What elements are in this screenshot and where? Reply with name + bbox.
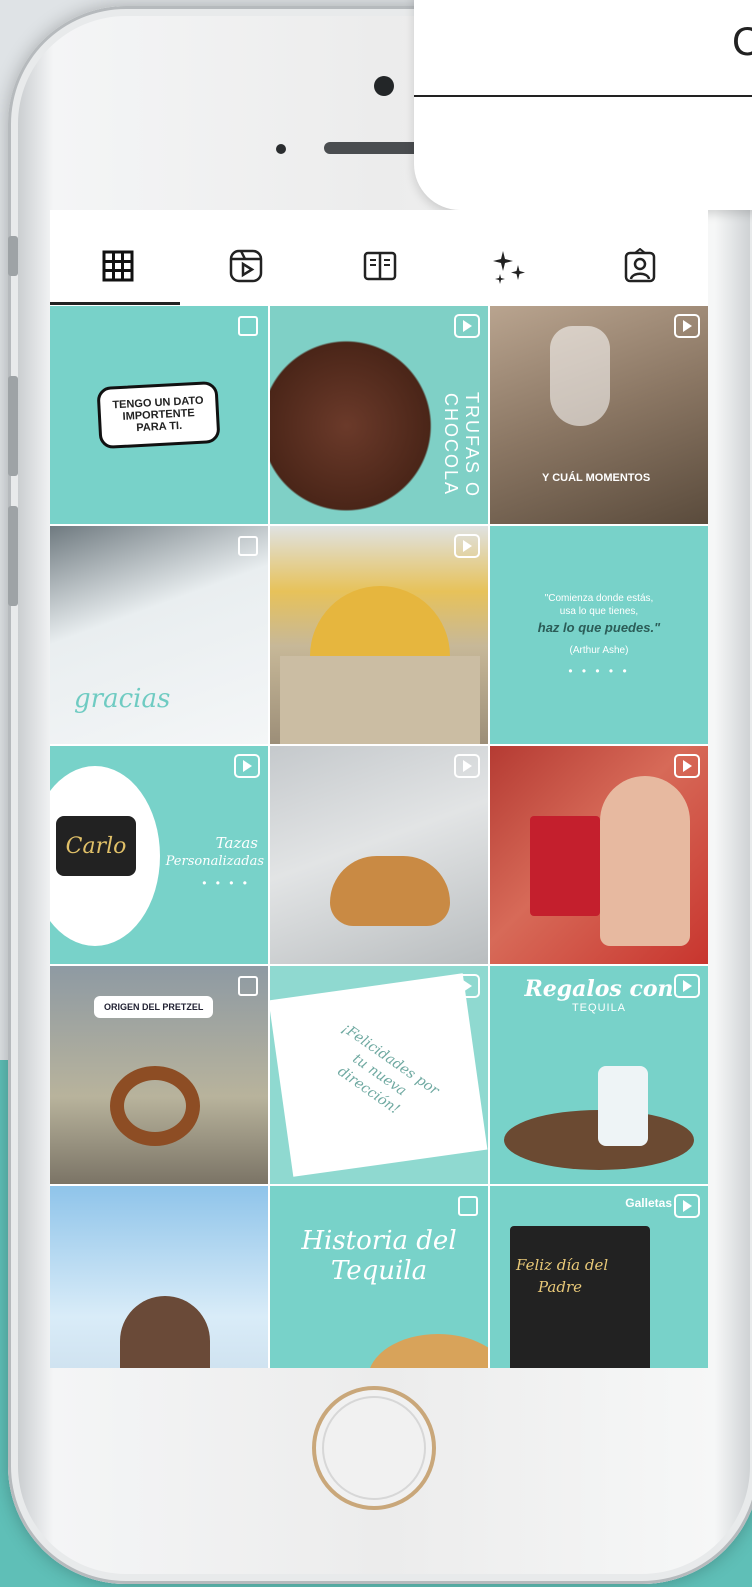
post-text: (Arthur Ashe) [569, 644, 629, 656]
post-text: gracias [74, 684, 171, 714]
reel-icon [454, 314, 480, 338]
post-tile[interactable]: Historia del Tequila [270, 1186, 488, 1368]
volume-down-button [8, 506, 18, 606]
post-text: TEQUILA [571, 1002, 627, 1014]
post-text: Historia del [301, 1226, 457, 1256]
carousel-icon [238, 976, 258, 996]
post-text: • • • • [202, 876, 250, 890]
home-button[interactable] [312, 1386, 436, 1510]
gift-box [510, 1226, 650, 1368]
tequila-bottle [598, 1066, 648, 1146]
post-text: ORIGEN DEL PRETZEL [94, 996, 214, 1018]
volume-up-button [8, 376, 18, 476]
post-text: haz lo que puedes." [537, 619, 661, 635]
post-tile[interactable]: ¡Felicidades por tu nueva dirección! [270, 966, 488, 1184]
tequila-shots [368, 1334, 488, 1368]
carousel-icon [238, 536, 258, 556]
reel-icon [674, 974, 700, 998]
post-tile[interactable]: Carlo Tazas Personalizadas • • • • [50, 746, 268, 964]
mute-switch [8, 236, 18, 276]
post-tile[interactable]: Regalos con TEQUILA [490, 966, 708, 1184]
red-folder [530, 816, 600, 916]
post-text: Tequila [330, 1256, 428, 1286]
guides-icon[interactable] [360, 246, 400, 286]
palace-facade [280, 656, 480, 744]
couple-figure [120, 1296, 210, 1368]
post-tile[interactable]: ORIGEN DEL PRETZEL [50, 966, 268, 1184]
reel-icon [234, 754, 260, 778]
active-tab-indicator [50, 302, 180, 305]
reel-icon [674, 1194, 700, 1218]
post-tile[interactable]: TRUFAS O CHOCOLA [270, 306, 488, 524]
person-figure [600, 776, 690, 946]
posts-grid-icon[interactable] [98, 246, 138, 286]
front-camera [374, 76, 394, 96]
proximity-sensor [276, 144, 286, 154]
post-tile[interactable] [490, 746, 708, 964]
post-text: Feliz día del [516, 1256, 609, 1274]
post-text: Personalizadas [165, 854, 264, 869]
reel-icon [674, 754, 700, 778]
post-text: "Comienza donde estás, [544, 592, 654, 604]
pretzel [110, 1066, 200, 1146]
effects-sparkle-icon[interactable] [490, 246, 530, 286]
carousel-icon [458, 1196, 478, 1216]
post-text: Regalos con [524, 976, 674, 1002]
post-text: Galletas [625, 1196, 672, 1210]
post-tile[interactable] [50, 1186, 268, 1368]
croissant [330, 856, 450, 926]
post-text: Y CUÁL MOMENTOS [542, 472, 651, 484]
post-text: TRUFAS O CHOCOLA [441, 391, 482, 498]
post-text: Padre [538, 1278, 583, 1296]
post-text: • • • • • [568, 663, 630, 678]
post-tile[interactable] [270, 746, 488, 964]
reel-icon [454, 754, 480, 778]
reel-icon [454, 534, 480, 558]
card-glyph: C [732, 20, 752, 64]
post-tile[interactable]: gracias [50, 526, 268, 744]
overlay-card: C [414, 0, 752, 210]
post-text: Carlo [56, 816, 136, 876]
posts-grid: TENGO UN DATO IMPORTENTE PARA TI. TRUFAS… [50, 306, 708, 1368]
reel-icon [674, 314, 700, 338]
wine-glass [550, 326, 610, 426]
tagged-icon[interactable] [620, 246, 660, 286]
post-tile[interactable]: Y CUÁL MOMENTOS [490, 306, 708, 524]
post-text: Tazas [215, 834, 258, 852]
palace-dome [310, 586, 450, 656]
post-text: usa lo que tienes, [559, 605, 639, 617]
post-tile[interactable]: TENGO UN DATO IMPORTENTE PARA TI. [50, 306, 268, 524]
carousel-icon [238, 316, 258, 336]
post-tile[interactable]: "Comienza donde estás, usa lo que tienes… [490, 526, 708, 744]
speech-sign: TENGO UN DATO IMPORTENTE PARA TI. [96, 380, 222, 450]
reels-icon[interactable] [226, 246, 266, 286]
post-tile[interactable]: Galletas Feliz día del Padre [490, 1186, 708, 1368]
profile-tab-bar [50, 210, 708, 306]
card-divider [414, 95, 752, 97]
phone-screen: TENGO UN DATO IMPORTENTE PARA TI. TRUFAS… [50, 210, 708, 1368]
post-tile[interactable] [270, 526, 488, 744]
